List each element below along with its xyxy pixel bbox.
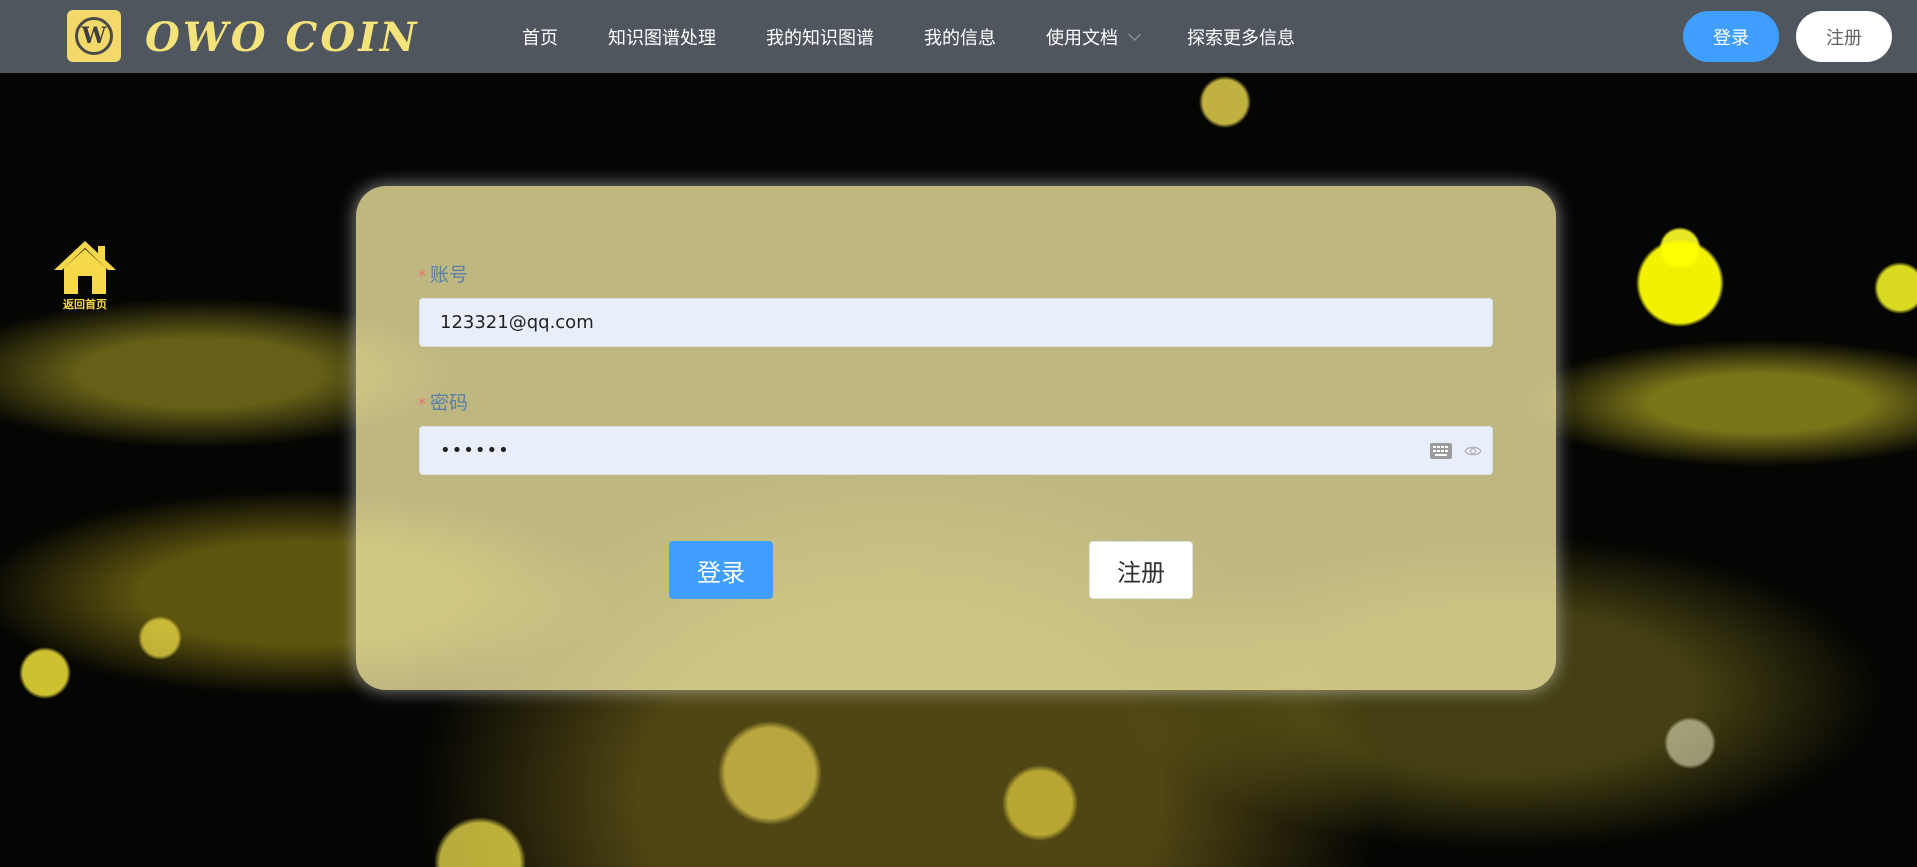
back-home-link[interactable]: 返回首页 — [52, 238, 118, 312]
nav-item-my-kg[interactable]: 我的知识图谱 — [766, 24, 874, 50]
nav-item-label: 探索更多信息 — [1187, 27, 1295, 49]
nav-item-kg-processing[interactable]: 知识图谱处理 — [608, 24, 716, 50]
account-input-value: 123321@qq.com — [440, 312, 594, 333]
nav-item-label: 我的信息 — [924, 27, 996, 49]
register-button[interactable]: 注册 — [1089, 541, 1193, 599]
top-navbar: W OWO COIN 首页 知识图谱处理 我的知识图谱 我的信息 使用文档 探索… — [0, 0, 1917, 73]
login-button[interactable]: 登录 — [669, 541, 773, 599]
nav-item-home[interactable]: 首页 — [522, 24, 558, 50]
page: W OWO COIN 首页 知识图谱处理 我的知识图谱 我的信息 使用文档 探索… — [0, 0, 1917, 867]
chevron-down-icon — [1128, 28, 1141, 41]
eye-icon[interactable] — [1464, 443, 1482, 459]
nav-item-label: 使用文档 — [1046, 27, 1118, 49]
password-label: * 密码 — [418, 388, 468, 415]
nav-item-docs[interactable]: 使用文档 — [1046, 24, 1141, 50]
logo[interactable]: W — [67, 10, 121, 62]
nav-item-explore[interactable]: 探索更多信息 — [1187, 24, 1295, 50]
header-login-button[interactable]: 登录 — [1683, 11, 1779, 62]
account-label-text: 账号 — [430, 264, 469, 286]
nav-item-label: 首页 — [522, 27, 558, 49]
logo-letter: W — [75, 17, 113, 55]
account-label: * 账号 — [418, 260, 468, 287]
back-home-label: 返回首页 — [63, 298, 107, 311]
login-card: * 账号 123321@qq.com * 密码 •••••• 登录 注册 — [356, 186, 1556, 690]
account-input[interactable]: 123321@qq.com — [419, 298, 1493, 347]
header-register-button[interactable]: 注册 — [1796, 11, 1892, 62]
required-mark: * — [418, 394, 426, 413]
nav-menu: 首页 知识图谱处理 我的知识图谱 我的信息 使用文档 探索更多信息 — [522, 0, 1345, 73]
brand-name: OWO COIN — [145, 14, 420, 61]
nav-item-my-info[interactable]: 我的信息 — [924, 24, 996, 50]
home-icon — [54, 241, 116, 294]
required-mark: * — [418, 266, 426, 285]
keyboard-icon[interactable] — [1430, 443, 1452, 459]
password-input-value: •••••• — [440, 440, 510, 461]
nav-item-label: 我的知识图谱 — [766, 27, 874, 49]
password-label-text: 密码 — [430, 392, 469, 414]
password-input[interactable]: •••••• — [419, 426, 1493, 475]
nav-item-label: 知识图谱处理 — [608, 27, 716, 49]
